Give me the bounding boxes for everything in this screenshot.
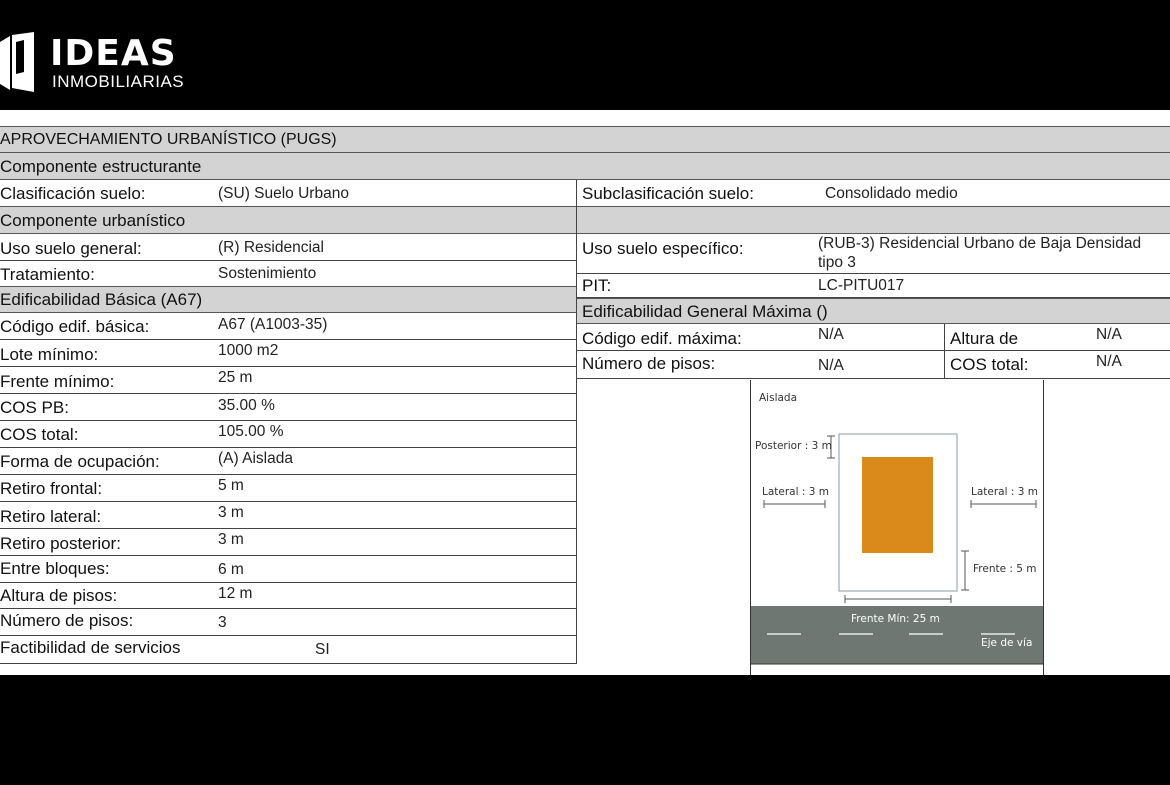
section-urbanistico: Componente urbanístico: [0, 206, 1170, 234]
basica-row-label: Altura de pisos:: [0, 586, 118, 605]
basica-row: Número de pisos: 3: [0, 609, 577, 636]
uso-general-row: Uso suelo general: (R) Residencial: [0, 234, 577, 261]
brand-logo: IDEAS INMOBILIARIAS: [0, 28, 260, 98]
pit-value: LC-PITU017: [818, 277, 905, 294]
frente-min-label: Frente Mín: 25 m: [851, 613, 940, 625]
clasificacion-label: Clasificación suelo:: [0, 184, 146, 203]
lateral-right-dimension: [970, 500, 1037, 508]
lateral-right-label: Lateral : 3 m: [971, 486, 1038, 498]
uso-especifico-row: Uso suelo específico: (RUB-3) Residencia…: [577, 234, 1170, 274]
basica-row-value: SI: [315, 641, 330, 658]
diagram-type-label: Aislada: [759, 392, 797, 404]
basica-row-label: Forma de ocupación:: [0, 452, 160, 471]
basica-row-value: 105.00 %: [218, 423, 284, 440]
brand-subtitle: INMOBILIARIAS: [52, 72, 185, 91]
tratamiento-label: Tratamiento:: [0, 265, 95, 284]
basica-row: Factibilidad de servicios SI: [0, 636, 577, 664]
section-maxima-title: Edificabilidad General Máxima (): [582, 302, 828, 321]
building-footprint: [862, 457, 933, 553]
basica-row: Lote mínimo: 1000 m2: [0, 340, 577, 367]
cos-maxima-label: COS total:: [950, 355, 1029, 374]
basica-row: Entre bloques: 6 m: [0, 556, 577, 583]
pisos-maxima-label: Número de pisos:: [582, 354, 716, 373]
codigo-maxima-value: N/A: [818, 326, 844, 343]
section-urbanistico-title: Componente urbanístico: [0, 211, 186, 230]
basica-row-value: 3: [218, 614, 227, 631]
codigo-maxima-label: Código edif. máxima:: [582, 329, 742, 348]
basica-row-label: Número de pisos:: [0, 611, 134, 630]
basica-row-value: A67 (A1003-35): [218, 316, 328, 333]
report-header: APROVECHAMIENTO URBANÍSTICO (PUGS): [0, 126, 1170, 153]
maxima-divider: [944, 324, 945, 379]
tratamiento-value: Sostenimiento: [218, 265, 317, 282]
frente-dimension: [961, 550, 969, 591]
basica-row-value: 12 m: [218, 585, 253, 602]
basica-row-value: 5 m: [218, 477, 244, 494]
lateral-left-dimension: [763, 500, 826, 508]
section-maxima: Edificabilidad General Máxima (): [577, 298, 1170, 324]
basica-row-label: Factibilidad de servicios: [0, 638, 181, 657]
maxima-row-1: Código edif. máxima: N/A Altura de N/A: [577, 324, 1170, 351]
subclasificacion-row: Subclasificación suelo: Consolidado medi…: [577, 180, 1170, 207]
altura-maxima-label: Altura de: [950, 329, 1019, 348]
urban-report-sheet: APROVECHAMIENTO URBANÍSTICO (PUGS) Compo…: [0, 110, 1170, 675]
posterior-label: Posterior : 3 m: [755, 440, 832, 452]
basica-row-value: 25 m: [218, 369, 253, 386]
basica-row: COS PB: 35.00 %: [0, 394, 577, 421]
basica-row: Frente mínimo: 25 m: [0, 367, 577, 394]
basica-row: Retiro lateral: 3 m: [0, 502, 577, 529]
basica-row: Altura de pisos: 12 m: [0, 583, 577, 609]
section-basica-title: Edificabilidad Básica (A67): [0, 290, 203, 309]
lateral-left-label: Lateral : 3 m: [762, 486, 829, 498]
uso-especifico-value-line2: tipo 3: [818, 254, 856, 271]
uso-especifico-value-line1: (RUB-3) Residencial Urbano de Baja Densi…: [818, 235, 1142, 252]
basica-row-value: 3 m: [218, 504, 244, 521]
basica-row-label: Lote mínimo:: [0, 345, 99, 364]
basica-row: Retiro frontal: 5 m: [0, 475, 577, 502]
uso-general-value: (R) Residencial: [218, 239, 324, 256]
frente-label: Frente : 5 m: [973, 563, 1037, 575]
basica-row-label: Retiro frontal:: [0, 479, 103, 498]
basica-row-value: 1000 m2: [218, 342, 279, 359]
basica-row: Código edif. básica: A67 (A1003-35): [0, 313, 577, 340]
cos-maxima-value: N/A: [1096, 353, 1122, 370]
subclasificacion-value: Consolidado medio: [825, 185, 958, 202]
basica-row: Forma de ocupación: (A) Aislada: [0, 448, 577, 475]
basica-row: Retiro posterior: 3 m: [0, 529, 577, 556]
frente-min-dimension: [844, 595, 952, 603]
basica-row-label: Retiro lateral:: [0, 507, 102, 526]
setback-diagram: Aislada Posterior : 3 m Lateral : 3 m La…: [750, 380, 1044, 675]
maxima-row-2: Número de pisos: N/A COS total: N/A: [577, 351, 1170, 379]
brand-title: IDEAS: [50, 33, 177, 74]
uso-especifico-label: Uso suelo específico:: [582, 239, 744, 258]
tratamiento-row: Tratamiento: Sostenimiento: [0, 261, 577, 287]
section-estructurante: Componente estructurante: [0, 152, 1170, 180]
section-estructurante-title: Componente estructurante: [0, 157, 202, 176]
eje-via-label: Eje de vía: [981, 637, 1032, 649]
basica-row-value: 3 m: [218, 531, 244, 548]
pit-label: PIT:: [582, 276, 612, 295]
basica-row-value: 35.00 %: [218, 397, 275, 414]
basica-row-label: Retiro posterior:: [0, 534, 121, 553]
subclasificacion-label: Subclasificación suelo:: [582, 184, 754, 203]
basica-row-label: Entre bloques:: [0, 559, 110, 578]
uso-general-label: Uso suelo general:: [0, 239, 142, 258]
pit-row: PIT: LC-PITU017: [577, 274, 1170, 298]
basica-row-label: Código edif. básica:: [0, 317, 150, 336]
clasificacion-value: (SU) Suelo Urbano: [218, 185, 349, 202]
clasificacion-row: Clasificación suelo: (SU) Suelo Urbano: [0, 180, 577, 207]
report-title: APROVECHAMIENTO URBANÍSTICO (PUGS): [0, 131, 337, 148]
column-divider: [576, 180, 577, 664]
altura-maxima-value: N/A: [1096, 326, 1122, 343]
pisos-maxima-value: N/A: [818, 357, 844, 374]
basica-row-label: COS PB:: [0, 398, 69, 417]
basica-row-value: (A) Aislada: [218, 450, 293, 467]
logo-mark-icon: [0, 32, 34, 92]
section-basica: Edificabilidad Básica (A67): [0, 286, 577, 313]
basica-row: COS total: 105.00 %: [0, 421, 577, 448]
basica-row-label: COS total:: [0, 425, 79, 444]
setback-diagram-svg: Aislada Posterior : 3 m Lateral : 3 m La…: [751, 392, 1043, 665]
basica-row-value: 6 m: [218, 561, 244, 578]
basica-row-label: Frente mínimo:: [0, 372, 115, 391]
